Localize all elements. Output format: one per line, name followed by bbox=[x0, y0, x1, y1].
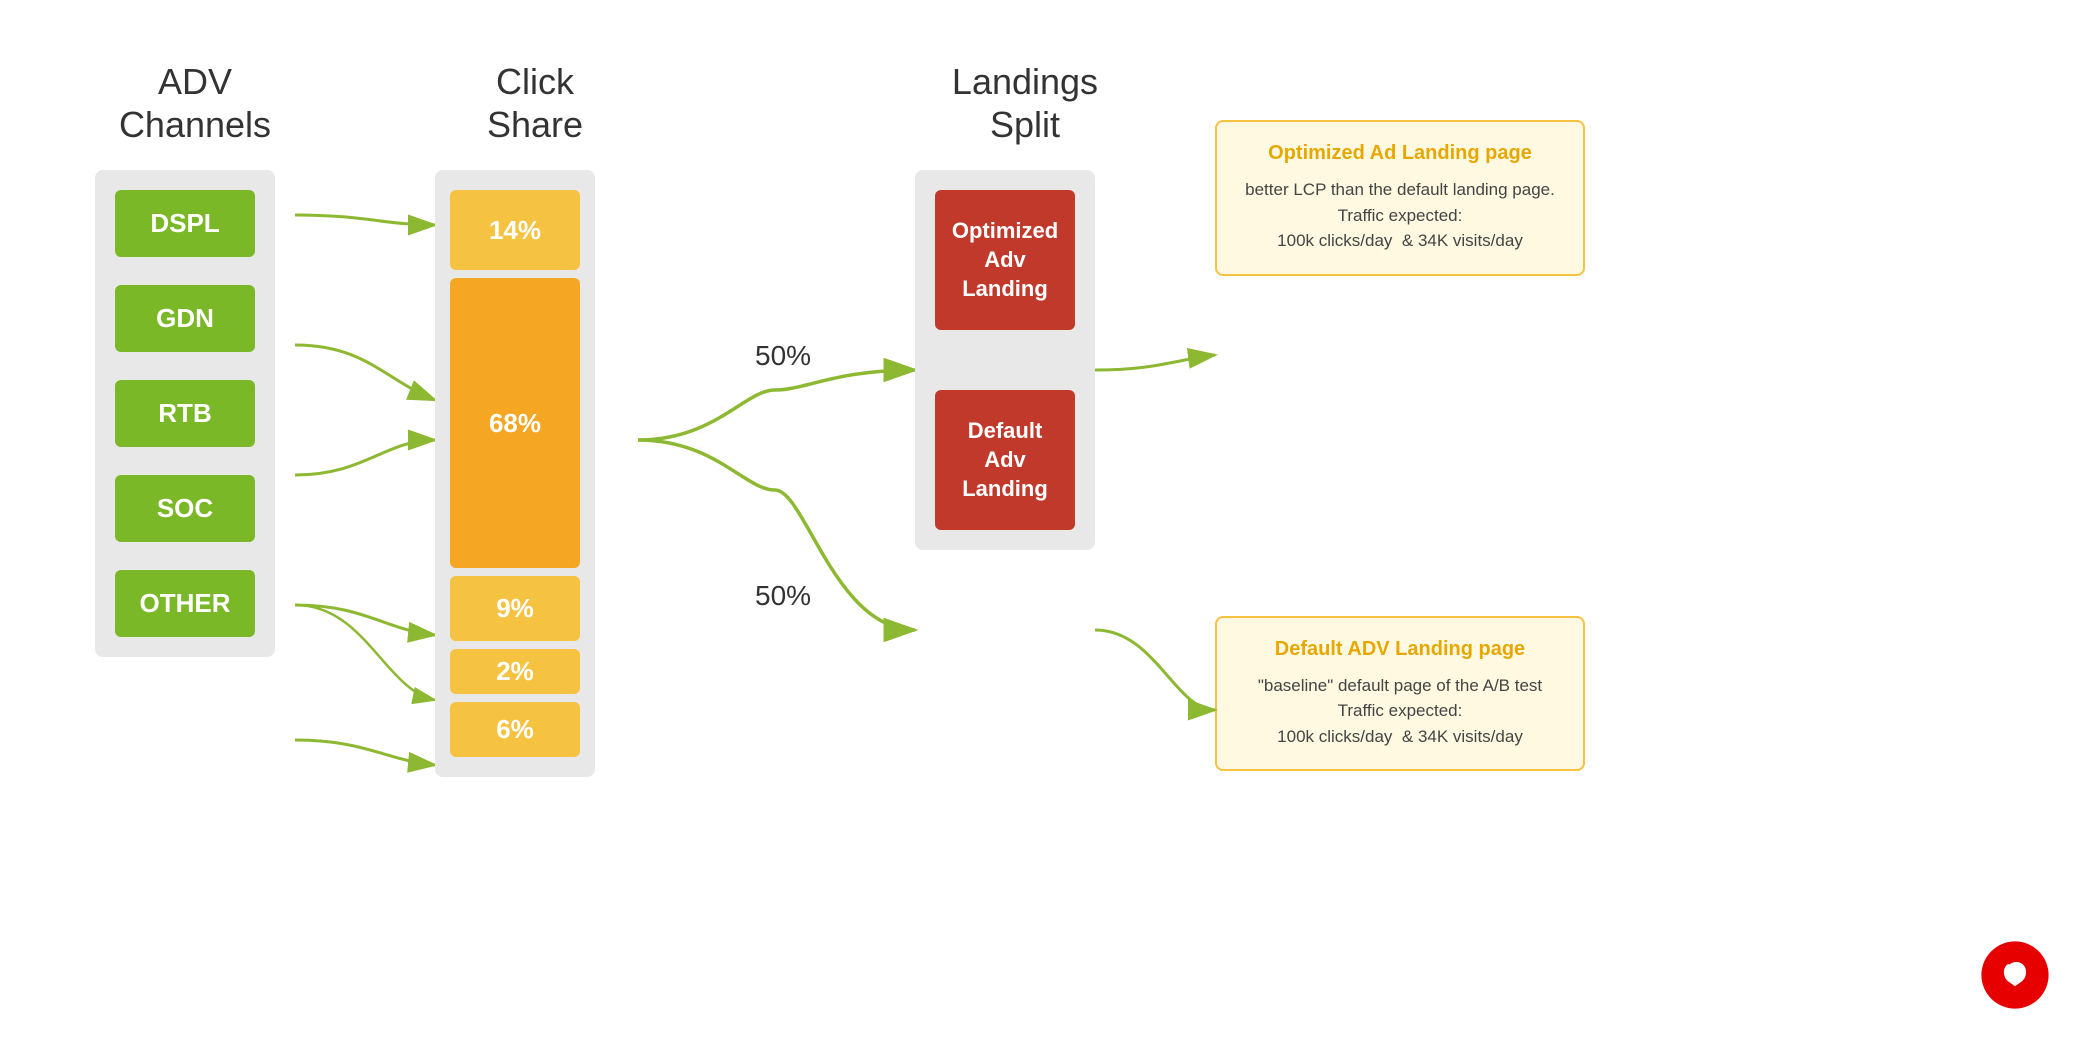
click-share-2: 2% bbox=[450, 649, 580, 694]
info-cards-column: Optimized Ad Landing page better LCP tha… bbox=[1215, 120, 1585, 771]
click-share-14: 14% bbox=[450, 190, 580, 270]
click-share-9: 9% bbox=[450, 576, 580, 641]
info-card-optimized-title: Optimized Ad Landing page bbox=[1241, 142, 1559, 165]
split-label-top: 50% bbox=[755, 340, 811, 372]
info-card-optimized: Optimized Ad Landing page better LCP tha… bbox=[1215, 120, 1585, 276]
click-share-title: ClickShare bbox=[435, 60, 635, 146]
adv-channels-title: ADVChannels bbox=[95, 60, 295, 146]
info-card-default: Default ADV Landing page "baseline" defa… bbox=[1215, 616, 1585, 772]
landings-split-title: LandingsSplit bbox=[915, 60, 1135, 146]
adv-box-soc: SOC bbox=[115, 475, 255, 542]
landing-default: DefaultAdvLanding bbox=[935, 390, 1075, 530]
adv-box-rtb: RTB bbox=[115, 380, 255, 447]
diagram-wrapper: ADVChannels DSPL GDN RTB SOC OTHER Click… bbox=[95, 60, 1995, 980]
adv-channels-column: ADVChannels DSPL GDN RTB SOC OTHER bbox=[95, 60, 295, 657]
click-share-6: 6% bbox=[450, 702, 580, 757]
click-share-68: 68% bbox=[450, 278, 580, 568]
adv-box-gdn: GDN bbox=[115, 285, 255, 352]
adv-box-dspl: DSPL bbox=[115, 190, 255, 257]
landings-split-column: LandingsSplit OptimizedAdvLanding Defaul… bbox=[915, 60, 1135, 550]
info-card-optimized-text: better LCP than the default landing page… bbox=[1241, 177, 1559, 254]
click-share-bg: 14% 68% 9% 2% 6% bbox=[435, 170, 595, 777]
info-card-default-title: Default ADV Landing page bbox=[1241, 638, 1559, 661]
landings-split-bg: OptimizedAdvLanding DefaultAdvLanding bbox=[915, 170, 1095, 550]
main-container: ADVChannels DSPL GDN RTB SOC OTHER Click… bbox=[0, 0, 2090, 1040]
adv-box-other: OTHER bbox=[115, 570, 255, 637]
split-label-bottom: 50% bbox=[755, 580, 811, 612]
adv-channels-bg: DSPL GDN RTB SOC OTHER bbox=[95, 170, 275, 657]
vodafone-logo bbox=[1980, 940, 2050, 1010]
click-share-column: ClickShare 14% 68% 9% 2% 6% bbox=[435, 60, 635, 777]
landing-optimized: OptimizedAdvLanding bbox=[935, 190, 1075, 330]
vodafone-icon bbox=[1980, 940, 2050, 1010]
info-card-default-text: "baseline" default page of the A/B testT… bbox=[1241, 673, 1559, 750]
